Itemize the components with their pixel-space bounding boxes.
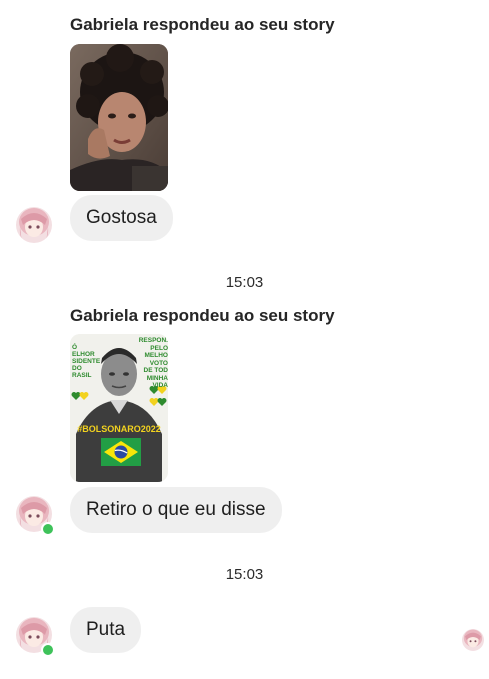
online-status-dot <box>41 522 55 536</box>
story-thumbnail-campaign[interactable]: Ó ELHOR SIDENTE DO RASIL RESPON. PELO ME… <box>70 334 168 482</box>
online-status-dot <box>41 643 55 657</box>
story-reply-label: Gabriela respondeu ao seu story <box>70 306 335 325</box>
seen-avatar-icon <box>462 629 484 651</box>
timestamp: 15:03 <box>225 274 264 291</box>
story-reply-label: Gabriela respondeu ao seu story <box>70 15 335 34</box>
seen-receipt-avatar <box>462 629 484 651</box>
message-bubble[interactable]: Puta <box>70 607 142 653</box>
story-right-caption: RESPON. PELO MELHO VOTO DE TOD MINHA VID… <box>138 337 168 389</box>
brazil-flag-icon <box>101 438 141 466</box>
story-hashtag: #BOLSONARO2022 <box>77 424 161 434</box>
selfie-image <box>70 44 168 191</box>
contact-avatar[interactable] <box>16 207 52 243</box>
timestamp: 15:03 <box>225 566 264 583</box>
message-bubble[interactable]: Retiro o que eu disse <box>70 487 282 533</box>
story-thumbnail-selfie[interactable] <box>70 44 168 191</box>
anime-avatar-icon <box>16 207 52 243</box>
message-bubble[interactable]: Gostosa <box>70 195 173 241</box>
story-left-caption: Ó ELHOR SIDENTE DO RASIL <box>72 344 101 379</box>
